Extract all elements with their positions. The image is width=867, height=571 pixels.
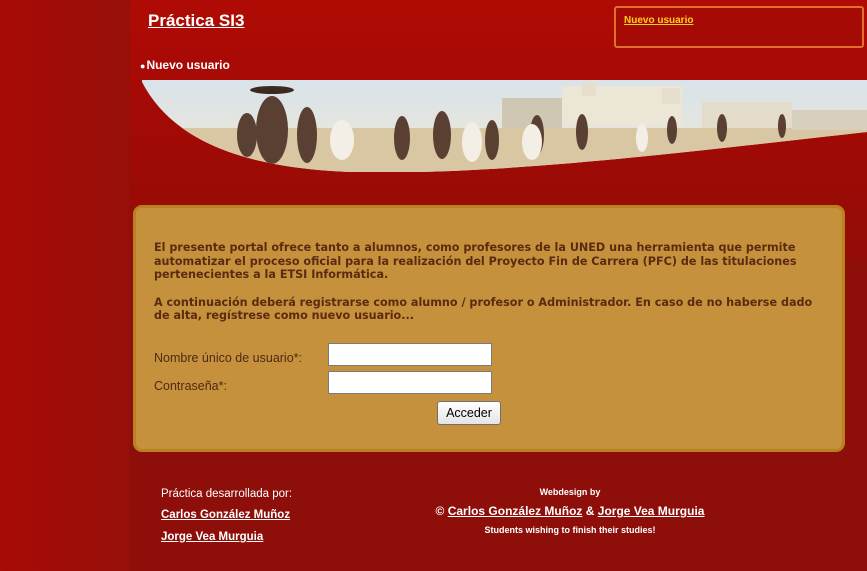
password-input[interactable] (328, 371, 492, 394)
bullet-icon: ● (140, 61, 146, 71)
username-label: Nombre único de usuario*: (154, 351, 302, 365)
footer-webdesign: Webdesign by © Carlos González Muñoz & J… (420, 487, 720, 535)
ampersand: & (585, 504, 595, 518)
username-input[interactable] (328, 343, 492, 366)
password-label: Contraseña*: (154, 379, 227, 393)
intro-paragraph-2: A continuación deberá registrarse como a… (154, 295, 813, 323)
top-right-box: Nuevo usuario (614, 6, 864, 48)
author1-link[interactable]: Carlos González Muñoz (161, 509, 292, 521)
submit-button[interactable]: Acceder (437, 401, 501, 425)
design-author2-link[interactable]: Jorge Vea Murguia (598, 504, 705, 518)
tagline: Students wishing to finish their studies… (484, 525, 656, 535)
author2-link[interactable]: Jorge Vea Murguia (161, 531, 292, 543)
webdesign-label: Webdesign by (539, 487, 601, 497)
developed-by-label: Práctica desarrollada por: (161, 488, 293, 500)
footer-credits: Práctica desarrollada por: Carlos Gonzál… (161, 488, 292, 553)
site-title-link[interactable]: Práctica SI3 (148, 11, 244, 31)
left-gutter (0, 0, 130, 571)
nav-bar: ●Nuevo usuario (140, 58, 230, 72)
intro-paragraph-1: El presente portal ofrece tanto a alumno… (154, 241, 797, 281)
webdesign-names: © Carlos González Muñoz & Jorge Vea Murg… (420, 504, 720, 518)
nav-item-new-user[interactable]: Nuevo usuario (146, 58, 229, 72)
intro-text: El presente portal ofrece tanto a alumno… (154, 241, 814, 337)
login-panel: El presente portal ofrece tanto a alumno… (133, 205, 845, 452)
banner-painting (142, 80, 867, 172)
copyright-icon: © (435, 504, 445, 518)
new-user-top-link[interactable]: Nuevo usuario (624, 15, 693, 26)
design-author1-link[interactable]: Carlos González Muñoz (448, 504, 583, 518)
